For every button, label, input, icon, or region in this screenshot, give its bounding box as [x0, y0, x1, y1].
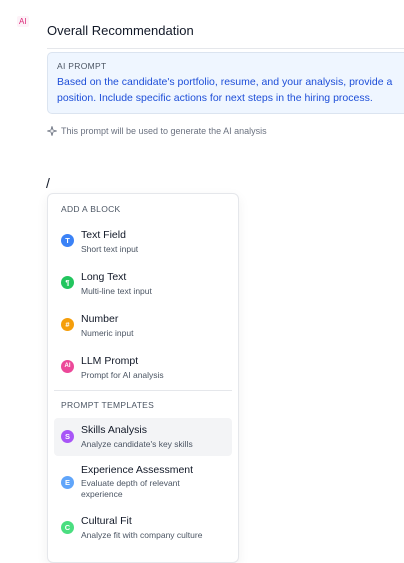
- number-icon: #: [61, 318, 74, 331]
- templates-heading: PROMPT TEMPLATES: [61, 400, 155, 410]
- prompt-hint: This prompt will be used to generate the…: [47, 126, 267, 136]
- menu-item-desc: Analyze candidate's key skills: [81, 439, 193, 449]
- text-field-icon: T: [61, 234, 74, 247]
- menu-divider: [54, 390, 232, 391]
- menu-item-desc: Numeric input: [81, 328, 134, 338]
- cultural-fit-icon: C: [61, 521, 74, 534]
- menu-item-title: LLM Prompt: [81, 355, 139, 367]
- menu-item-number[interactable]: # Number Numeric input: [54, 309, 232, 345]
- prompt-text-line-2: position. Include specific actions for n…: [57, 91, 373, 104]
- menu-item-cultural-fit[interactable]: C Cultural Fit Analyze fit with company …: [54, 511, 232, 547]
- menu-item-text-field[interactable]: T Text Field Short text input: [54, 225, 232, 261]
- menu-item-experience-assessment[interactable]: E Experience Assessment Evaluate depth o…: [54, 460, 232, 506]
- menu-item-long-text[interactable]: ¶ Long Text Multi-line text input: [54, 267, 232, 303]
- ai-badge: AI: [17, 16, 29, 27]
- block-menu: ADD A BLOCK T Text Field Short text inpu…: [47, 193, 239, 563]
- menu-item-title: Cultural Fit: [81, 515, 132, 527]
- menu-item-title: Experience Assessment: [81, 464, 194, 476]
- sparkle-icon: [47, 126, 57, 136]
- llm-prompt-icon: AI: [61, 360, 74, 373]
- menu-item-desc: Evaluate depth of relevant experience: [81, 478, 180, 499]
- ai-prompt-box[interactable]: AI PROMPT Based on the candidate's portf…: [47, 52, 404, 114]
- menu-item-desc: Short text input: [81, 244, 139, 254]
- menu-item-title: Skills Analysis: [81, 424, 147, 436]
- menu-item-title: Long Text: [81, 271, 127, 283]
- menu-item-title: Number: [81, 313, 119, 325]
- experience-assessment-icon: E: [61, 476, 74, 489]
- section-title: Overall Recommendation: [47, 23, 404, 49]
- long-text-icon: ¶: [61, 276, 74, 289]
- menu-item-llm-prompt[interactable]: AI LLM Prompt Prompt for AI analysis: [54, 351, 232, 387]
- menu-item-skills-analysis[interactable]: S Skills Analysis Analyze candidate's ke…: [54, 418, 232, 456]
- blocks-heading: ADD A BLOCK: [61, 204, 121, 214]
- prompt-text-line-1: Based on the candidate's portfolio, resu…: [57, 76, 393, 88]
- menu-item-desc: Prompt for AI analysis: [81, 370, 164, 380]
- menu-item-title: Text Field: [81, 229, 126, 241]
- menu-item-desc: Analyze fit with company culture: [81, 530, 203, 540]
- menu-item-desc: Multi-line text input: [81, 286, 152, 296]
- prompt-text: Based on the candidate's portfolio, resu…: [57, 75, 404, 106]
- skills-analysis-icon: S: [61, 430, 74, 443]
- slash-command-input[interactable]: /: [46, 175, 50, 191]
- prompt-hint-text: This prompt will be used to generate the…: [61, 126, 267, 136]
- prompt-label: AI PROMPT: [57, 61, 107, 71]
